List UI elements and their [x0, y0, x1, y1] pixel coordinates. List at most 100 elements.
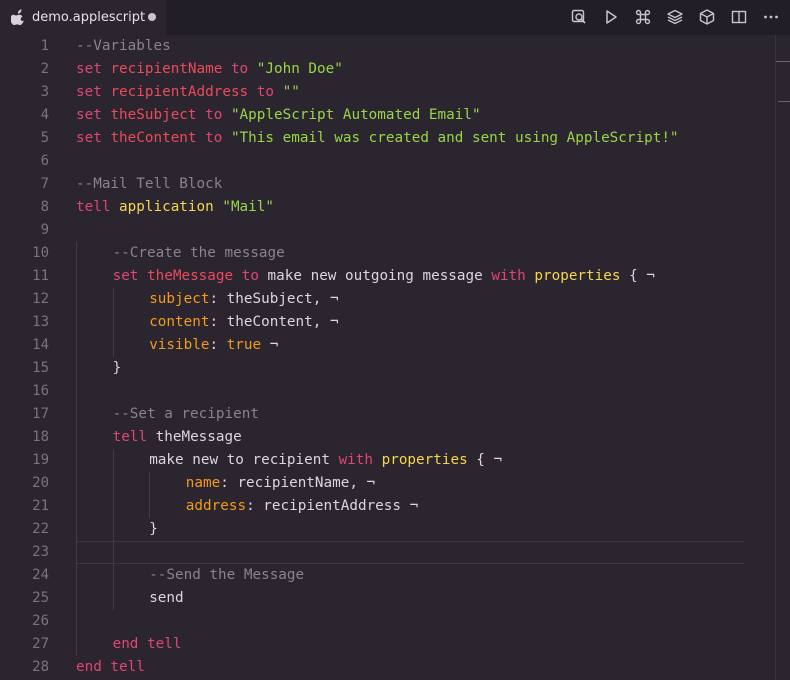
run-icon[interactable]: [602, 8, 620, 26]
code-token: ¬: [261, 337, 279, 353]
line-number: 13: [32, 314, 49, 330]
code-token: }: [149, 521, 158, 537]
code-line: end tell: [113, 633, 182, 656]
code-token: content: [149, 314, 210, 330]
code-token: { ¬: [620, 268, 655, 284]
code-token: theMessage: [155, 429, 242, 445]
split-editor-icon[interactable]: [730, 8, 748, 26]
line-number: 9: [40, 222, 49, 238]
code-token: "": [282, 84, 300, 100]
line-number: 11: [32, 268, 49, 284]
code-line: --Mail Tell Block: [76, 173, 222, 196]
code-token: make new to recipient: [149, 452, 339, 468]
line-number: 22: [32, 521, 49, 537]
code-token: : recipientAddress ¬: [246, 498, 419, 514]
code-token: set: [76, 130, 111, 146]
code-token: send: [149, 590, 184, 606]
code-token: --Variables: [76, 38, 171, 54]
line-number: 17: [32, 406, 49, 422]
unsaved-indicator-icon[interactable]: [148, 13, 156, 21]
code-line: set theMessage to make new outgoing mess…: [113, 265, 655, 288]
code-line: set theSubject to "AppleScript Automated…: [76, 104, 481, 127]
line-number: 21: [32, 498, 49, 514]
line-number: 7: [40, 176, 49, 192]
code-line: subject: theSubject, ¬: [149, 288, 338, 311]
code-token: address: [185, 498, 247, 514]
line-number: 4: [40, 107, 49, 123]
line-number: 8: [40, 199, 49, 215]
editor-window: demo.applescript 1 2 3 4 5 6 7 8 9 10 11…: [0, 0, 790, 680]
line-number: 18: [32, 429, 49, 445]
line-number: 2: [40, 61, 49, 77]
code-token: : recipientName, ¬: [220, 475, 376, 491]
line-number: 28: [32, 659, 49, 675]
code-token: recipientAddress: [110, 84, 249, 100]
indent-guide: [112, 449, 114, 610]
code-token: properties: [534, 268, 621, 284]
code-line: set recipientAddress to "": [76, 81, 300, 104]
code-line: --Set a recipient: [113, 403, 259, 426]
code-area[interactable]: --Variables set recipientName to "John Do…: [76, 35, 744, 680]
code-token: to: [222, 61, 257, 77]
code-token: : theSubject, ¬: [209, 291, 339, 307]
code-line: }: [149, 518, 158, 541]
more-actions-icon[interactable]: [762, 8, 780, 26]
code-line: tell theMessage: [113, 426, 242, 449]
code-token: --Set a recipient: [112, 406, 259, 422]
tab-demo-applescript[interactable]: demo.applescript: [0, 0, 166, 35]
find-references-icon[interactable]: [570, 8, 588, 26]
line-number: 5: [40, 130, 49, 146]
command-icon[interactable]: [634, 8, 652, 26]
code-token: visible: [149, 337, 210, 353]
code-line: set recipientName to "John Doe": [76, 58, 343, 81]
code-token: }: [112, 360, 122, 376]
code-token: "This email was created and sent using A…: [230, 130, 679, 146]
code-line: --Create the message: [113, 242, 285, 265]
line-number: 10: [32, 245, 49, 261]
code-token: set: [76, 84, 111, 100]
line-number: 20: [32, 475, 49, 491]
code-token: --Send the Message: [149, 567, 305, 583]
code-token: "Mail": [222, 199, 274, 215]
code-line: end tell: [76, 656, 145, 679]
code-token: with: [491, 268, 535, 284]
line-number: 27: [32, 636, 49, 652]
code-line: name: recipientName, ¬: [186, 472, 375, 495]
indent-guide: [76, 242, 77, 656]
code-token: recipientName: [110, 61, 223, 77]
code-editor[interactable]: 1 2 3 4 5 6 7 8 9 10 11 12 13 14 15 16 17 18 19 20 21 22 23 24 2…: [0, 35, 790, 680]
code-token: to: [233, 268, 268, 284]
code-token: set: [76, 61, 111, 77]
line-number: 26: [32, 613, 49, 629]
line-number: 3: [40, 84, 49, 100]
code-token: { ¬: [467, 452, 503, 468]
vertical-scrollbar[interactable]: [776, 35, 790, 680]
line-number: 14: [32, 337, 49, 353]
code-token: "AppleScript Automated Email": [230, 107, 481, 123]
scrollbar-marker: [778, 101, 790, 102]
line-number: 15: [32, 360, 49, 376]
code-token: subject: [149, 291, 210, 307]
line-number: 25: [32, 590, 49, 606]
scrollbar-marker: [776, 61, 790, 62]
cube-icon[interactable]: [698, 8, 716, 26]
code-token: --Create the message: [112, 245, 285, 261]
code-line: set theContent to "This email was create…: [76, 127, 679, 150]
code-line: visible: true ¬: [149, 334, 278, 357]
tab-bar: demo.applescript: [0, 0, 790, 35]
code-line: address: recipientAddress ¬: [186, 495, 418, 518]
code-token: set: [112, 268, 148, 284]
code-token: --Mail Tell Block: [76, 176, 223, 192]
code-token: tell: [112, 429, 156, 445]
editor-actions: [570, 0, 790, 35]
code-line: }: [113, 357, 122, 380]
code-line: send: [149, 587, 183, 610]
line-number: 23: [32, 544, 49, 560]
code-token: application: [119, 199, 223, 215]
code-token: to: [196, 107, 231, 123]
code-line: content: theContent, ¬: [149, 311, 338, 334]
code-token: :: [209, 337, 227, 353]
code-token: to: [248, 84, 283, 100]
line-number: 6: [40, 153, 49, 169]
layers-icon[interactable]: [666, 8, 684, 26]
